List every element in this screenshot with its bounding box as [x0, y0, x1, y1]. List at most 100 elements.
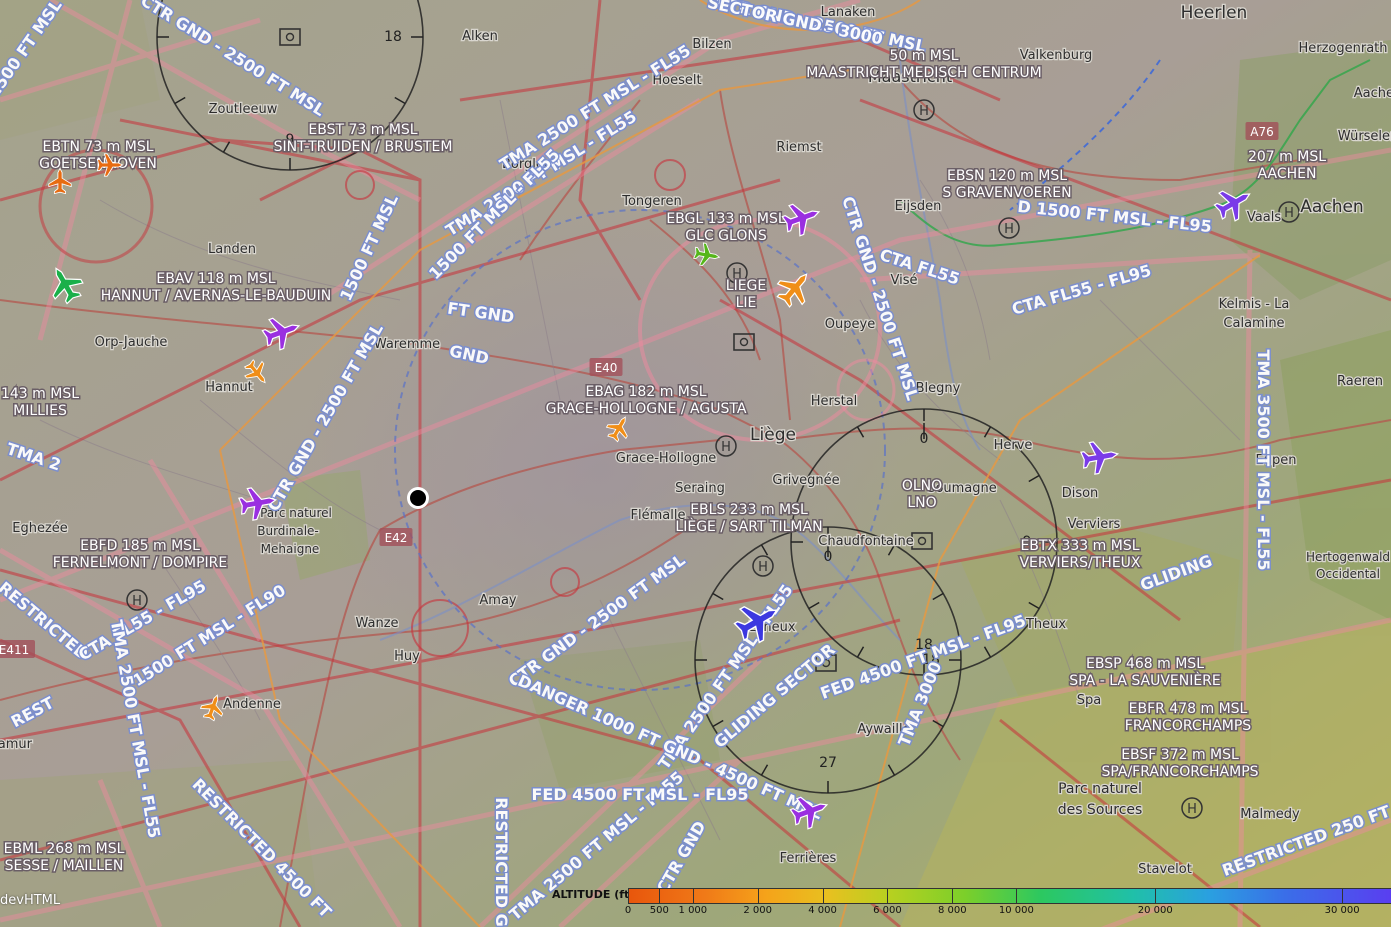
altitude-legend: ALTITUDE (ft) 0 500 1 000 2 000 4 000 6 000 8 … [548, 884, 1391, 927]
aerodrome-name: FRANCORCHAMPS [1125, 718, 1251, 734]
aerodrome-name: S GRAVENVOEREN [942, 185, 1071, 201]
legend-tick-label: 500 [649, 905, 669, 916]
legend-tick-label: 6 000 [873, 905, 902, 916]
aerodrome-name: VERVIERS/THEUX [1019, 555, 1140, 571]
svg-text:E42: E42 [385, 531, 408, 545]
aerodrome-code: LIEGE [726, 278, 766, 294]
town-label: Zoutleeuw [209, 102, 278, 117]
aerodrome-label[interactable]: EBTX 333 m MSLVERVIERS/THEUX [1018, 537, 1142, 573]
town-label: Herzogenrath [1298, 41, 1387, 56]
town-label: Eijsden [895, 199, 942, 214]
town-label: Aachen [1354, 86, 1391, 101]
svg-text:H: H [1004, 222, 1014, 237]
vor-rose-label: 0 [920, 431, 929, 447]
aerodrome-name: FERNELMONT / DOMPIRE [53, 555, 228, 571]
aerodrome-code: EBST 73 m MSL [308, 122, 417, 138]
aerodrome-name: LNO [907, 495, 936, 511]
town-label: Aachen [1300, 197, 1363, 217]
legend-tick [1155, 888, 1157, 903]
svg-text:H: H [758, 560, 768, 575]
svg-text:E411: E411 [0, 643, 29, 657]
town-label: Bilzen [692, 37, 731, 52]
legend-tick [1016, 888, 1018, 903]
legend-tick [1342, 888, 1344, 903]
aerodrome-name: MAASTRICHT MEDISCH CENTRUM [806, 65, 1041, 81]
town-label: Blegny [916, 381, 961, 396]
town-label: Hertogenwald [1306, 550, 1390, 564]
legend-tick-label: 8 000 [937, 905, 967, 916]
aerodrome-label[interactable]: OLNOLNO [900, 477, 943, 513]
aerodrome-code: 50 m MSL [889, 48, 958, 64]
town-label: Oupeye [825, 317, 875, 332]
road-shield: E411 [0, 640, 35, 658]
town-label: Dison [1062, 486, 1099, 501]
legend-tick [757, 888, 759, 903]
town-label: Grace-Hollogne [616, 451, 717, 466]
svg-text:H: H [919, 104, 929, 119]
town-label: Andenne [223, 697, 281, 712]
town-label: Occidental [1316, 567, 1380, 581]
town-label: Malmedy [1240, 807, 1300, 822]
aerodrome-label[interactable]: EBSF 372 m MSLSPA/FRANCORCHAMPS [1100, 746, 1260, 782]
town-label: Valkenburg [1020, 48, 1093, 63]
aerodrome-label[interactable]: EBSP 468 m MSLSPA - LA SAUVENIÈRE [1068, 655, 1223, 691]
town-label: Vaals [1247, 210, 1281, 225]
map-credit: devHTML [0, 893, 61, 908]
aerodrome-code: 143 m MSL [1, 386, 79, 402]
road-shield: E42 [379, 528, 413, 546]
aerodrome-code: EBML 268 m MSL [4, 841, 125, 857]
svg-text:H: H [1187, 802, 1197, 817]
aerodrome-code: 207 m MSL [1248, 149, 1326, 165]
town-label: Calamine [1223, 316, 1284, 331]
aerodrome-code: OLNO [902, 478, 942, 494]
road-shield: A76 [1245, 122, 1279, 140]
aerodrome-code: EBTN 73 m MSL [42, 139, 153, 155]
town-label: Grivegnée [772, 473, 839, 488]
vor-rose-label: 0 [824, 549, 833, 565]
vor-rose-label: 27 [819, 755, 837, 771]
town-label: Wanze [355, 616, 398, 631]
town-label: Seraing [675, 481, 725, 496]
legend-tick-label: 10 000 [998, 905, 1034, 916]
town-label: Kelmis - La [1219, 297, 1290, 312]
svg-text:A76: A76 [1250, 125, 1273, 139]
aerodrome-code: EBSN 120 m MSL [947, 168, 1067, 184]
svg-text:H: H [721, 440, 731, 455]
aerodrome-code: EBAG 182 m MSL [585, 384, 706, 400]
town-label: Eghezée [12, 521, 68, 536]
town-label: Herve [994, 438, 1033, 453]
svg-text:H: H [1284, 206, 1294, 221]
legend-tick-label: 20 000 [1137, 905, 1173, 916]
aerodrome-name: LIÈGE / SART TILMAN [675, 518, 822, 535]
aerodrome-name: HANNUT / AVERNAS-LE-BAUDUIN [101, 288, 332, 304]
aerodrome-name: SESSE / MAILLEN [5, 858, 124, 874]
aerodrome-label[interactable]: EBSN 120 m MSLS GRAVENVOEREN [941, 167, 1073, 203]
aerodrome-label[interactable]: EBLS 233 m MSLLIÈGE / SART TILMAN [674, 501, 824, 537]
aerodrome-code: EBAV 118 m MSL [156, 271, 275, 287]
position-marker[interactable] [407, 487, 429, 509]
aerodrome-label[interactable]: EBML 268 m MSLSESSE / MAILLEN [2, 840, 126, 876]
aerodrome-label[interactable]: EBFR 478 m MSLFRANCORCHAMPS [1123, 700, 1252, 736]
town-label: Alken [462, 29, 498, 44]
aerodrome-name: GLC GLONS [685, 228, 767, 244]
aerodrome-name: AACHEN [1258, 166, 1317, 182]
town-label: Namur [0, 737, 33, 752]
town-label: Chaudfontaine [818, 534, 913, 549]
town-label: Spa [1077, 693, 1101, 708]
ctr-liege-area [300, 210, 900, 730]
aerodrome-code: EBFD 185 m MSL [80, 538, 200, 554]
legend-tick-label: 2 000 [743, 905, 773, 916]
aerodrome-label[interactable]: 207 m MSLAACHEN [1246, 148, 1327, 184]
legend-tick [887, 888, 889, 903]
aerodrome-code: EBLS 233 m MSL [690, 502, 808, 518]
road-shield: E40 [589, 358, 623, 376]
airspace-label: FED 4500 FT MSL - FL95 [531, 785, 748, 804]
legend-tick-label: 1 000 [678, 905, 708, 916]
town-label: Theux [1025, 617, 1066, 632]
town-label: Stavelot [1138, 862, 1192, 877]
airspace-map[interactable]: 27918018902718 HHHHHHHH E40E42A76E411 He… [0, 0, 1391, 927]
legend-tick-label: 30 000 [1324, 905, 1360, 916]
town-label: Liège [750, 425, 796, 445]
aerodrome-code: EBGL 133 m MSL [666, 211, 786, 227]
svg-text:H: H [132, 594, 142, 609]
